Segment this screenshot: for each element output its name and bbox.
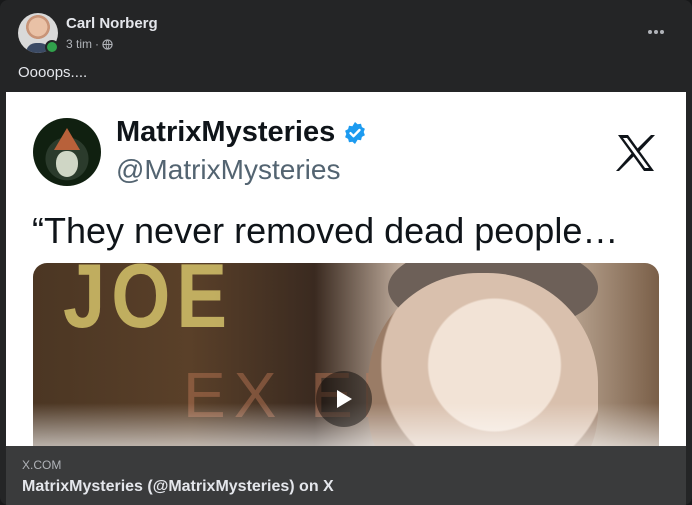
post-card: Carl Norberg 3 tim · Oooops.... MatrixMy… bbox=[0, 0, 692, 505]
post-meta: 3 tim · bbox=[66, 37, 113, 51]
author-avatar-link[interactable] bbox=[18, 13, 59, 54]
link-title[interactable]: MatrixMysteries (@MatrixMysteries) on X bbox=[22, 478, 334, 496]
post-timestamp[interactable]: 3 tim bbox=[66, 37, 92, 51]
author-name[interactable]: Carl Norberg bbox=[66, 15, 158, 32]
verified-badge-icon bbox=[345, 121, 366, 144]
x-logo-icon bbox=[616, 135, 655, 171]
post-caption: Oooops.... bbox=[18, 64, 88, 81]
more-options-button[interactable] bbox=[640, 20, 672, 44]
meta-separator: · bbox=[95, 37, 100, 51]
embed-handle: @MatrixMysteries bbox=[116, 154, 341, 185]
embed-display-name: MatrixMysteries bbox=[116, 116, 336, 148]
embedded-post-image[interactable]: MatrixMysteries @MatrixMysteries “They n… bbox=[6, 92, 686, 446]
video-background-sign: JOE bbox=[63, 263, 234, 348]
more-options-icon bbox=[648, 30, 664, 34]
globe-icon[interactable] bbox=[102, 38, 113, 50]
play-icon bbox=[337, 390, 352, 408]
embed-display-name-row: MatrixMysteries bbox=[116, 116, 367, 149]
embed-video-thumbnail[interactable]: JOE EX EN bbox=[33, 263, 659, 446]
link-domain: X.COM bbox=[22, 458, 62, 472]
embed-avatar bbox=[33, 118, 101, 186]
online-status-dot bbox=[45, 40, 59, 54]
link-preview[interactable]: X.COM MatrixMysteries (@MatrixMysteries)… bbox=[6, 446, 686, 505]
embed-quote: “They never removed dead people… bbox=[32, 210, 619, 251]
play-button[interactable] bbox=[316, 371, 372, 427]
